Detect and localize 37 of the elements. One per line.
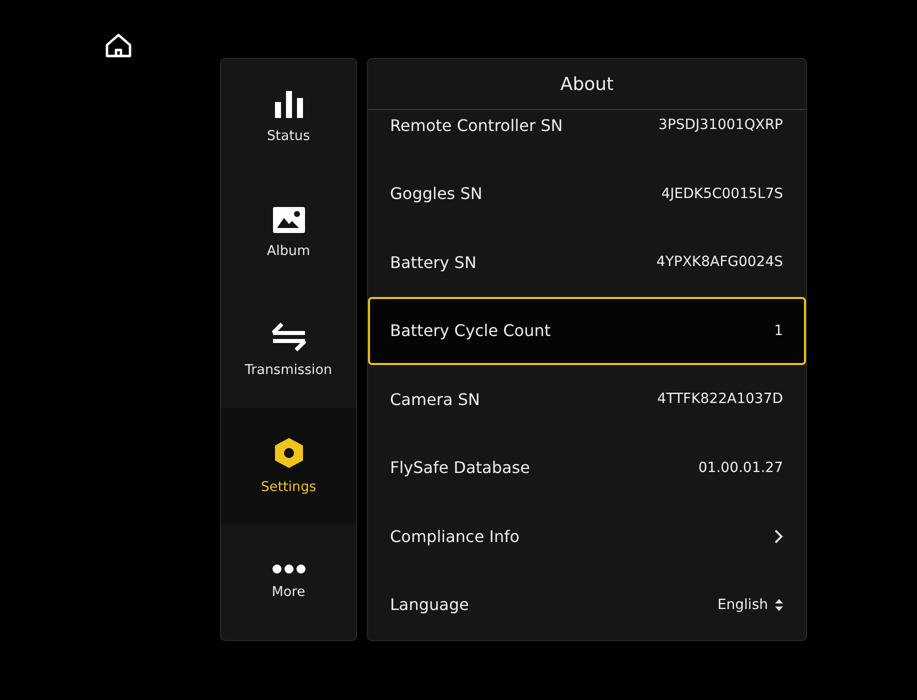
row-value: 3PSDJ31001QXRP — [658, 117, 783, 134]
settings-row[interactable]: Remote Controller SN 3PSDJ31001QXRP — [368, 110, 806, 160]
swap-arrows-icon — [272, 322, 306, 352]
sidebar-item[interactable]: Transmission — [221, 291, 356, 408]
row-label: Language — [390, 595, 469, 614]
settings-row[interactable]: Goggles SN 4JEDK5C0015L7S — [368, 160, 806, 228]
sidebar-item[interactable]: Album — [221, 175, 356, 292]
row-label: Goggles SN — [390, 184, 482, 204]
settings-row[interactable]: Battery SN 4YPXK8AFG0024S — [368, 228, 806, 296]
sidebar-item[interactable]: More — [221, 524, 356, 640]
more-dots-icon — [272, 564, 306, 574]
row-value: English — [717, 596, 768, 613]
settings-row[interactable]: Battery Cycle Count 1 — [368, 296, 806, 365]
row-label: Battery Cycle Count — [390, 321, 551, 340]
row-label: Battery SN — [390, 252, 476, 272]
sidebar-item[interactable]: Settings — [221, 408, 356, 524]
chevron-right-icon — [774, 528, 783, 544]
bar-chart-icon — [274, 90, 304, 118]
up-down-caret-icon — [775, 598, 783, 611]
panel-title: About — [368, 59, 806, 110]
row-label: Remote Controller SN — [390, 116, 563, 135]
row-label: Camera SN — [390, 390, 480, 409]
row-value: 4TTFK822A1037D — [657, 391, 783, 408]
sidebar-item[interactable]: Status — [221, 59, 356, 176]
hex-nut-icon — [274, 436, 304, 469]
row-value: 4JEDK5C0015L7S — [661, 186, 783, 202]
row-value: 1 — [774, 322, 783, 339]
row-label: Compliance Info — [390, 526, 520, 546]
home-icon[interactable] — [105, 33, 132, 58]
settings-row[interactable]: Language English — [368, 570, 806, 639]
image-icon — [272, 207, 304, 234]
row-value: 4YPXK8AFG0024S — [656, 254, 783, 270]
settings-row[interactable]: FlySafe Database 01.00.01.27 — [368, 434, 806, 502]
row-value: 01.00.01.27 — [698, 460, 783, 476]
settings-row[interactable]: Compliance Info — [368, 502, 806, 570]
settings-row[interactable]: Camera SN 4TTFK822A1037D — [368, 365, 806, 434]
row-label: FlySafe Database — [390, 458, 530, 478]
